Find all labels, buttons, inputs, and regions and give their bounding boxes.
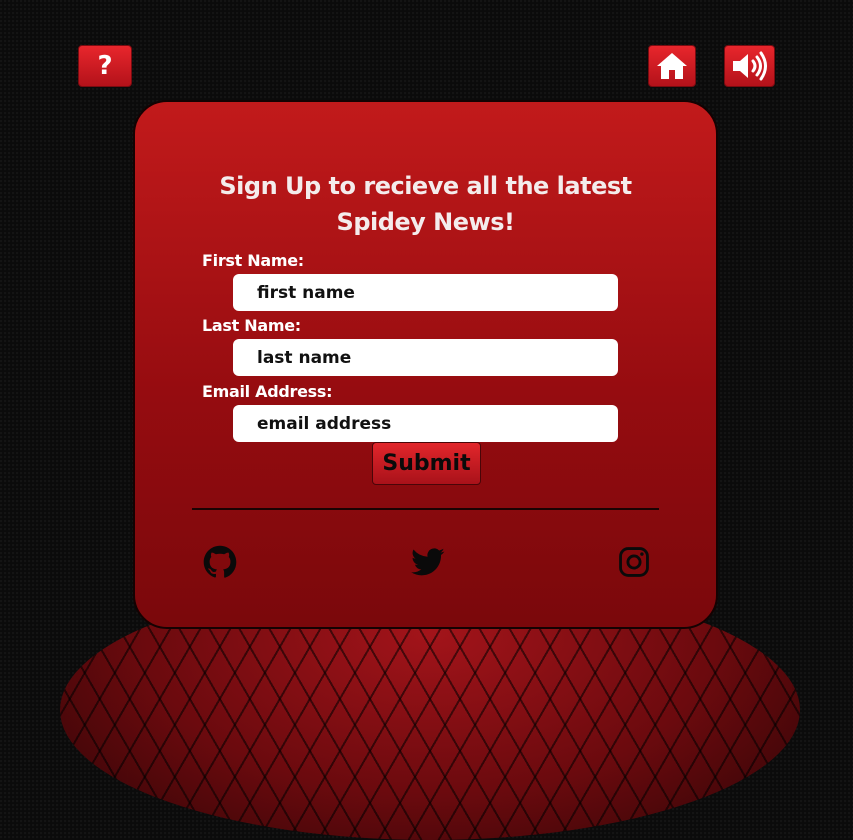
help-button-label: ? bbox=[97, 51, 113, 81]
instagram-link[interactable] bbox=[617, 545, 651, 579]
home-icon bbox=[657, 53, 687, 79]
github-link[interactable] bbox=[203, 545, 237, 579]
first-name-input[interactable] bbox=[233, 274, 618, 311]
last-name-label: Last Name: bbox=[202, 316, 301, 335]
signup-heading-line1: Sign Up to recieve all the latest bbox=[219, 172, 632, 200]
speaker-volume-icon bbox=[732, 51, 767, 81]
email-address-input[interactable] bbox=[233, 405, 618, 442]
submit-button[interactable]: Submit bbox=[372, 442, 481, 485]
help-button[interactable]: ? bbox=[78, 45, 132, 87]
twitter-icon bbox=[411, 548, 445, 576]
sound-button[interactable] bbox=[724, 45, 775, 87]
github-icon bbox=[203, 545, 237, 578]
last-name-input[interactable] bbox=[233, 339, 618, 376]
instagram-icon bbox=[619, 547, 649, 577]
twitter-link[interactable] bbox=[411, 545, 445, 579]
signup-heading-line2: Spidey News! bbox=[336, 208, 515, 236]
divider bbox=[192, 508, 659, 510]
first-name-label: First Name: bbox=[202, 251, 304, 270]
signup-card: Sign Up to recieve all the latest Spidey… bbox=[133, 100, 718, 629]
email-address-label: Email Address: bbox=[202, 382, 333, 401]
home-button[interactable] bbox=[648, 45, 696, 87]
signup-heading: Sign Up to recieve all the latest Spidey… bbox=[135, 168, 716, 240]
